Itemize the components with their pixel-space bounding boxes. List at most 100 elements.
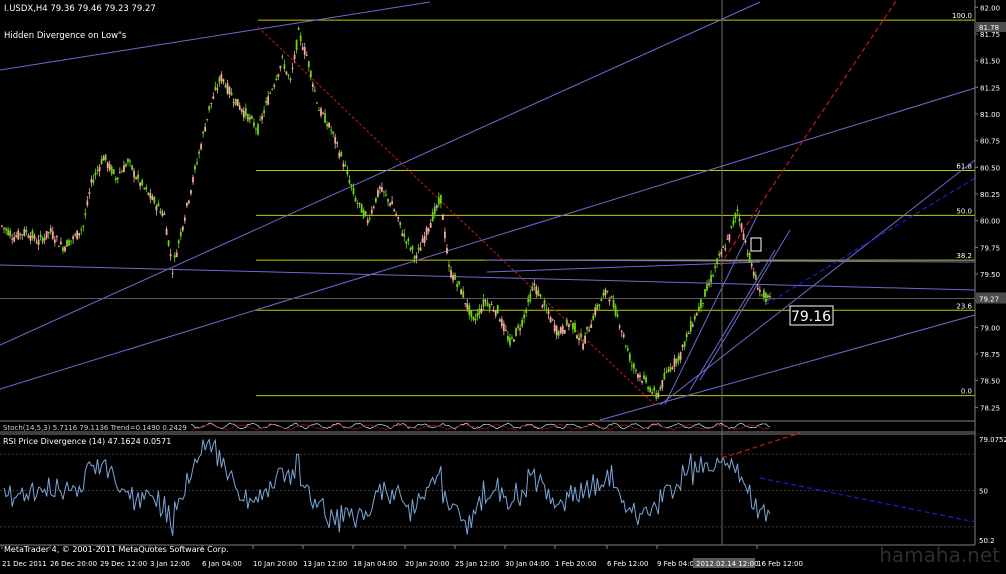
candle-body (246, 114, 249, 121)
price-tick-label: 81.75 (980, 31, 1000, 39)
candle-body (736, 209, 739, 212)
candle-body (257, 124, 259, 135)
candle-body (269, 93, 272, 95)
candle-body (305, 55, 308, 57)
chart-window: 100.0 61.8 50.0 38.2 23.6 0.0 82.00 81.75 81.50… (0, 0, 1006, 570)
candle-body (760, 294, 763, 296)
candle-body (632, 363, 635, 369)
candle-body (683, 341, 686, 347)
candle-body (752, 271, 755, 276)
candle-body (618, 325, 621, 328)
candle-body (15, 235, 18, 237)
candle-body (559, 327, 562, 334)
candle-body (271, 89, 274, 91)
candle-body (702, 302, 704, 304)
candle-body (118, 172, 121, 174)
candle-body (185, 202, 188, 207)
candle-body (620, 331, 623, 333)
candle-body (102, 156, 105, 161)
symbol-header: I.USDX,H4 79.36 79.46 79.23 79.27 (4, 4, 156, 14)
candle-body (322, 112, 324, 114)
candle-body (84, 213, 87, 216)
candle-body (125, 164, 127, 167)
candle-body (348, 179, 351, 184)
candle-body (517, 325, 519, 328)
candle-body (175, 252, 178, 258)
candle-body (754, 274, 757, 280)
candle-body (738, 218, 741, 222)
candle-body (748, 252, 751, 263)
candle-body (19, 233, 22, 236)
candle-body (661, 380, 664, 388)
candle-body (45, 230, 48, 238)
candle-body (68, 240, 70, 246)
candle-body (409, 247, 412, 250)
candle-body (137, 174, 140, 179)
candle-body (509, 337, 511, 345)
candle-body (474, 318, 477, 321)
candle-body (356, 203, 359, 205)
candle-body (693, 315, 696, 320)
candle-body (507, 336, 509, 341)
candle-body (681, 345, 684, 348)
price-tick-label: 81.50 (980, 58, 1000, 66)
candle-body (244, 108, 247, 116)
candle-body (273, 84, 276, 87)
candle-body (643, 375, 645, 379)
candle-body (444, 231, 446, 239)
candle-body (547, 311, 550, 315)
candle-body (242, 110, 245, 118)
candle-body (108, 163, 111, 170)
candle-body (192, 177, 194, 183)
candle-body (610, 296, 613, 299)
candle-body (539, 294, 542, 296)
candle-body (456, 283, 459, 288)
candle-body (21, 234, 24, 236)
candle-body (716, 258, 719, 265)
candle-body (441, 214, 444, 220)
candle-body (486, 302, 489, 306)
candle-body (27, 235, 30, 238)
candle-body (657, 392, 660, 398)
candle-body (641, 380, 643, 383)
candle-body (88, 192, 91, 195)
candle-body (188, 200, 190, 203)
candle-body (612, 299, 615, 308)
candle-body (5, 228, 7, 231)
candle-body (295, 39, 298, 51)
candle-body (358, 202, 361, 204)
candle-body (673, 358, 676, 367)
candle-body (309, 70, 312, 78)
candle-body (586, 326, 589, 330)
candle-body (389, 203, 391, 206)
candle-body (714, 266, 717, 269)
candle-body (769, 295, 771, 298)
candle-body (472, 316, 475, 320)
candle-body (452, 275, 454, 281)
time-tick-label: 26 Dec 20:00 (50, 560, 97, 568)
candle-body (155, 205, 158, 211)
candle-body (460, 289, 463, 295)
candle-body (210, 102, 213, 105)
time-tick-label: 9 Feb 04:00 (657, 560, 698, 568)
time-tick-label: 6 Jan 04:00 (202, 560, 242, 568)
candle-body (675, 358, 678, 364)
time-tick-label: 16 Feb 12:00 (757, 560, 803, 568)
candle-body (206, 118, 209, 120)
candle-body (289, 78, 292, 80)
candle-body (464, 303, 467, 305)
candle-body (697, 306, 700, 311)
candle-body (90, 179, 93, 183)
candle-body (222, 79, 225, 83)
candle-body (316, 102, 318, 104)
candle-body (665, 371, 668, 373)
candle-body (340, 152, 343, 157)
candle-body (78, 233, 81, 236)
candle-body (248, 117, 251, 120)
chart-canvas[interactable]: 100.061.850.038.223.60.0 82.0081.7581.50… (0, 0, 1006, 570)
price-tick-label: 80.75 (980, 138, 1000, 146)
candle-body (490, 304, 493, 306)
time-tick-label: 18 Jan 04:00 (353, 560, 397, 568)
candle-body (659, 387, 662, 390)
candle-body (551, 319, 554, 321)
